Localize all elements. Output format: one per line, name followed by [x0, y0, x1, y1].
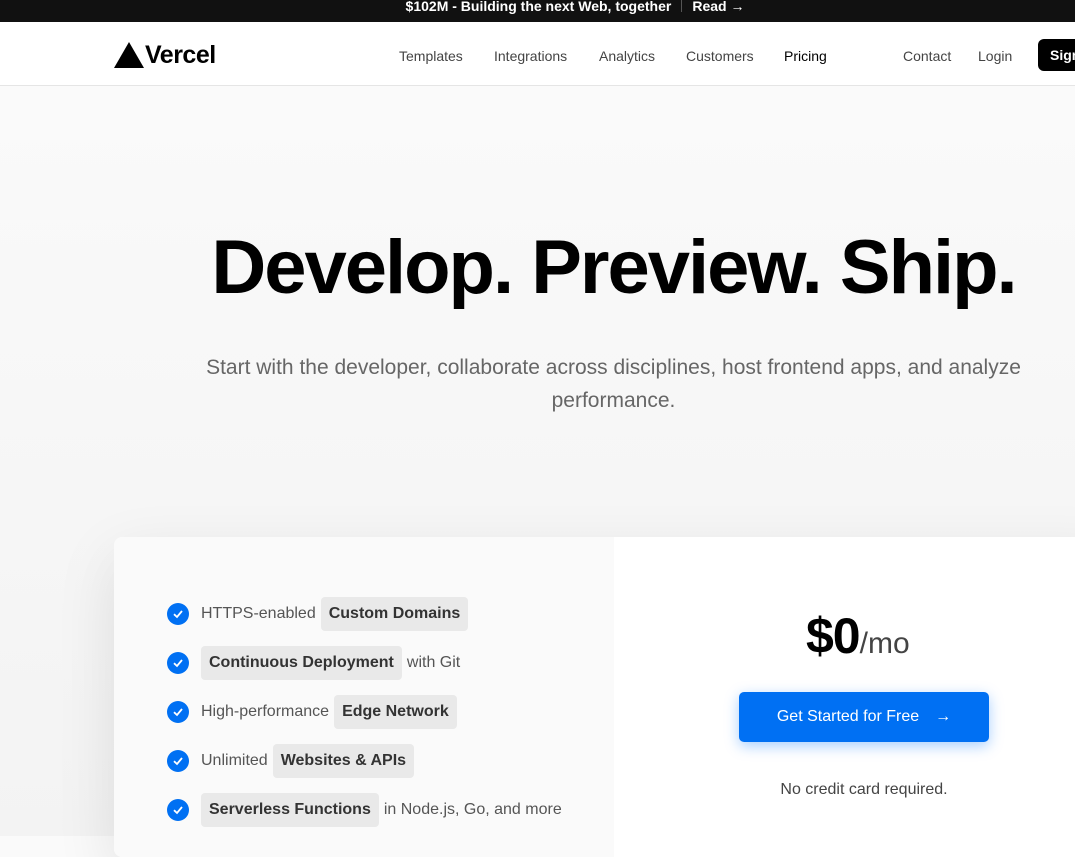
nav-customers[interactable]: Customers	[686, 48, 754, 64]
nav-pricing[interactable]: Pricing	[784, 48, 827, 64]
announcement-bar: $102M - Building the next Web, together …	[0, 0, 1075, 22]
hero-section: Develop. Preview. Ship. Start with the d…	[0, 86, 1075, 857]
feature-item: HTTPS-enabled Custom Domains	[167, 596, 473, 632]
vercel-triangle-icon	[114, 42, 144, 68]
announcement-read-link[interactable]: Read →	[692, 0, 744, 14]
nav-integrations[interactable]: Integrations	[494, 48, 567, 64]
announcement-text[interactable]: $102M - Building the next Web, together	[406, 0, 672, 14]
nav-analytics[interactable]: Analytics	[599, 48, 655, 64]
nav-templates[interactable]: Templates	[399, 48, 463, 64]
feature-item: Unlimited Websites & APIs	[167, 743, 419, 779]
price-display: $0/mo	[806, 607, 910, 665]
feature-item: Serverless Functions in Node.js, Go, and…	[167, 792, 562, 828]
check-icon	[167, 603, 189, 625]
feature-text: HTTPS-enabled	[201, 605, 316, 622]
feature-text: Unlimited	[201, 752, 268, 769]
vercel-logo[interactable]: Vercel	[114, 40, 216, 70]
feature-text: High-performance	[201, 703, 330, 720]
hero-title: Develop. Preview. Ship.	[211, 225, 1017, 310]
pricing-panel: $0/mo Get Started for Free → No credit c…	[614, 537, 1075, 857]
site-header: Vercel Templates Integrations Analytics …	[0, 22, 1075, 86]
feature-highlight: Custom Domains	[320, 597, 469, 631]
signup-button[interactable]: Sign Up	[1038, 39, 1075, 71]
feature-highlight: Serverless Functions	[201, 793, 379, 827]
cta-label: Get Started for Free	[776, 708, 920, 725]
price-period: /mo	[859, 627, 910, 660]
feature-list: HTTPS-enabled Custom Domains Continuous …	[114, 537, 614, 857]
check-icon	[167, 701, 189, 723]
pricing-card: HTTPS-enabled Custom Domains Continuous …	[114, 537, 1075, 857]
nav-login[interactable]: Login	[978, 48, 1012, 64]
nav-contact[interactable]: Contact	[903, 48, 951, 64]
check-icon	[167, 799, 189, 821]
feature-text: in Node.js, Go, and more	[383, 801, 562, 818]
hero-subtitle: Start with the developer, collaborate ac…	[206, 356, 1021, 412]
feature-highlight: Edge Network	[334, 695, 457, 729]
get-started-button[interactable]: Get Started for Free →	[739, 692, 989, 742]
feature-highlight: Continuous Deployment	[201, 646, 402, 680]
feature-highlight: Websites & APIs	[272, 744, 415, 778]
announcement-divider	[681, 0, 683, 12]
feature-item: High-performance Edge Network	[167, 694, 462, 730]
check-icon	[167, 652, 189, 674]
brand-name: Vercel	[145, 40, 216, 69]
arrow-right-icon: →	[935, 708, 952, 725]
no-credit-card-note: No credit card required.	[780, 781, 948, 798]
feature-item: Continuous Deployment with Git	[167, 645, 460, 681]
feature-text: with Git	[406, 654, 461, 671]
price-amount: $0	[806, 608, 861, 664]
check-icon	[167, 750, 189, 772]
